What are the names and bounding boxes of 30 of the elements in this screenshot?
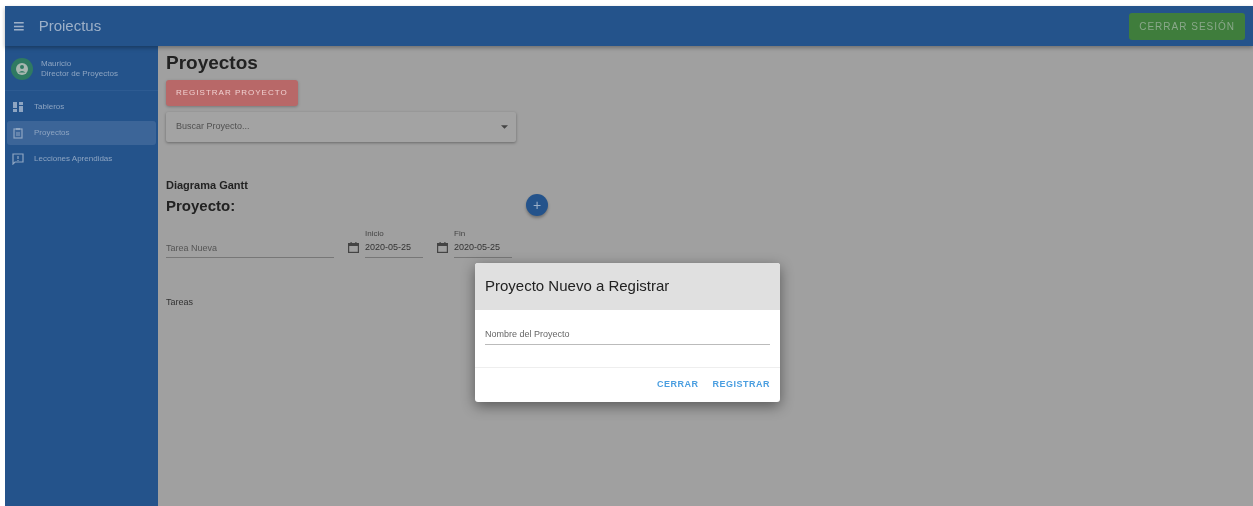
search-field[interactable]: Buscar Proyecto... — [174, 119, 501, 135]
date-field[interactable]: Fin 2020-05-25 — [454, 227, 512, 259]
sidebar-item[interactable]: Proyectos — [7, 121, 156, 145]
register-project-button[interactable]: REGISTRAR PROYECTO — [166, 79, 298, 106]
menu-icon[interactable]: ≡ — [13, 16, 25, 36]
caret-icon — [501, 124, 508, 129]
logout-button[interactable]: CERRAR SESIÓN — [1129, 12, 1245, 40]
section-heading: Diagrama Gantt — [166, 177, 249, 193]
dialog-button[interactable]: CERRAR — [652, 374, 703, 396]
sidebar-item[interactable]: Lecciones Aprendidas — [7, 147, 156, 171]
dashboard-icon — [12, 101, 24, 113]
avatar-icon — [11, 58, 33, 80]
dialog-title: Proyecto Nuevo a Registrar — [475, 263, 780, 310]
field-label: Inicio — [365, 227, 385, 240]
field-label: Fin — [454, 227, 467, 240]
page-title: Proyectos — [166, 52, 259, 75]
add-button[interactable]: + — [526, 193, 548, 216]
dialog-button[interactable]: REGISTRAR — [708, 374, 774, 396]
app-title: Proiectus — [38, 15, 102, 36]
calendar-icon — [348, 242, 359, 254]
calendar-icon — [437, 242, 448, 254]
chat-alert-icon — [12, 153, 24, 165]
user-role: Director de Proyectos — [41, 69, 118, 80]
tasks-label: Tareas — [166, 296, 194, 310]
task-field[interactable]: Tarea Nueva — [166, 239, 334, 259]
clipboard-icon — [12, 127, 24, 139]
sidebar-item[interactable]: Tableros — [7, 95, 156, 119]
date-field[interactable]: Inicio 2020-05-25 — [365, 227, 423, 259]
project-label: Proyecto: — [166, 196, 236, 217]
user-name: Mauricio — [41, 58, 73, 69]
